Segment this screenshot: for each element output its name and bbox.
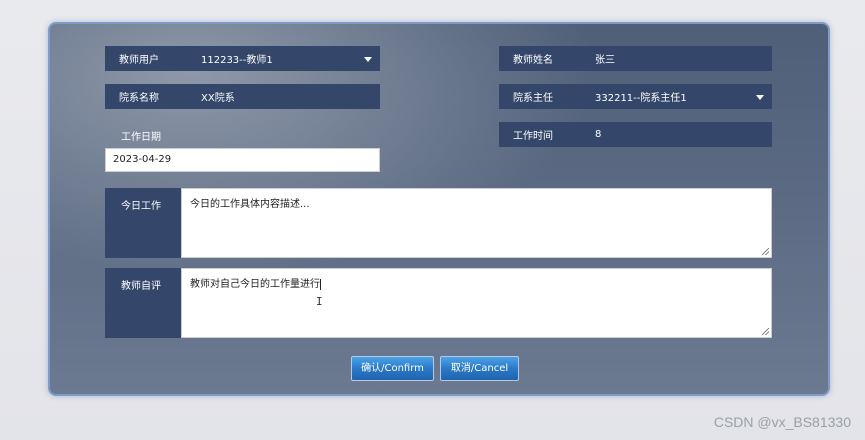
self-review-textarea[interactable]: 教师对自己今日的工作量进行 xyxy=(181,268,772,338)
self-review-row: 教师自评 教师对自己今日的工作量进行 xyxy=(105,268,772,338)
watermark: CSDN @vx_BS81330 xyxy=(713,414,851,430)
cancel-button[interactable]: 取消/Cancel xyxy=(440,356,519,381)
today-work-row: 今日工作 今日的工作具体内容描述... xyxy=(105,188,772,258)
department-name-value: XX院系 xyxy=(201,93,235,104)
confirm-button[interactable]: 确认/Confirm xyxy=(351,356,434,381)
resize-handle-icon[interactable] xyxy=(762,248,769,255)
chevron-down-icon[interactable] xyxy=(756,95,764,100)
teacher-name-label: 教师姓名 xyxy=(513,55,553,66)
work-time-value: 8 xyxy=(595,129,602,140)
teacher-name-field[interactable]: 教师姓名 张三 xyxy=(499,46,772,71)
today-work-text: 今日的工作具体内容描述... xyxy=(190,199,310,210)
self-review-text: 教师对自己今日的工作量进行 xyxy=(190,279,320,290)
work-date-input[interactable]: 2023-04-29 xyxy=(105,148,380,172)
teacher-user-value: 112233--教师1 xyxy=(201,55,273,66)
resize-handle-icon[interactable] xyxy=(762,328,769,335)
work-date-label: 工作日期 xyxy=(121,132,161,143)
department-name-label: 院系名称 xyxy=(119,93,159,104)
self-review-label: 教师自评 xyxy=(105,268,181,338)
department-head-select[interactable]: 院系主任 332211--院系主任1 xyxy=(499,84,772,109)
chevron-down-icon[interactable] xyxy=(364,57,372,62)
department-head-value: 332211--院系主任1 xyxy=(595,93,687,104)
teacher-name-value: 张三 xyxy=(595,55,615,66)
teacher-user-select[interactable]: 教师用户 112233--教师1 xyxy=(105,46,380,71)
department-name-field[interactable]: 院系名称 XX院系 xyxy=(105,84,380,109)
text-cursor-icon: I xyxy=(316,295,323,308)
work-time-field[interactable]: 工作时间 8 xyxy=(499,122,772,147)
caret-cursor xyxy=(320,278,321,290)
department-head-label: 院系主任 xyxy=(513,93,553,104)
today-work-label: 今日工作 xyxy=(105,188,181,258)
teacher-user-label: 教师用户 xyxy=(119,55,159,66)
work-time-label: 工作时间 xyxy=(513,131,553,142)
today-work-textarea[interactable]: 今日的工作具体内容描述... xyxy=(181,188,772,258)
